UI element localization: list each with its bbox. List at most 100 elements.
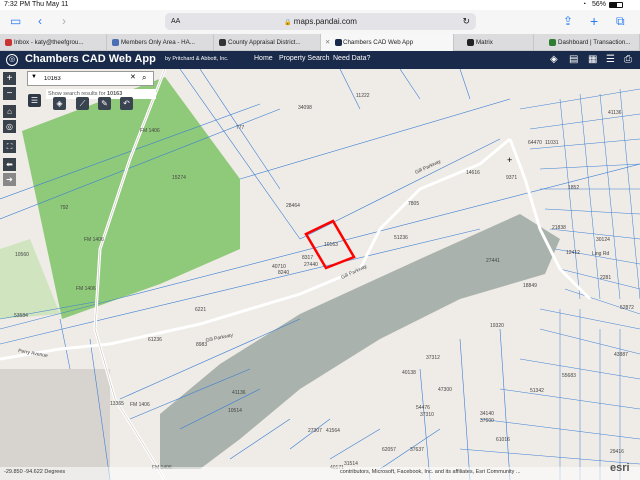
svg-text:40138: 40138 <box>402 370 416 376</box>
list-icon[interactable]: ☰ <box>606 54 615 65</box>
layers-icon[interactable]: ◈ <box>550 54 558 65</box>
nav-home[interactable]: Home <box>254 55 273 62</box>
forward-icon[interactable]: › <box>62 13 66 29</box>
tab-chambers-cad[interactable]: ✕ Chambers CAD Web App <box>321 34 454 51</box>
home-icon[interactable]: ⌂ <box>3 105 16 118</box>
locate-icon[interactable]: ◎ <box>3 120 16 133</box>
tab-strip: Inbox - katy@theefgrou... Members Only A… <box>0 34 640 51</box>
status-time: 7:32 PM <box>4 1 31 8</box>
svg-text:12412: 12412 <box>566 250 580 256</box>
svg-text:51342: 51342 <box>530 388 544 394</box>
favicon-icon <box>219 39 226 46</box>
search-icon[interactable]: ⌕ <box>142 73 146 83</box>
svg-text:53584: 53584 <box>14 313 28 319</box>
svg-text:8240: 8240 <box>278 270 289 276</box>
collapse-arrow-icon[interactable]: ⬅ <box>3 158 16 171</box>
search-source-dropdown-icon[interactable]: ▼ <box>31 74 37 80</box>
basemap-icon[interactable]: ▤ <box>569 54 578 65</box>
share-icon[interactable]: ⇪ <box>563 13 573 29</box>
svg-text:19320: 19320 <box>490 323 504 329</box>
selected-parcel-label: 10163 <box>324 242 338 248</box>
svg-text:37310: 37310 <box>420 412 434 418</box>
url-text: maps.pandai.com <box>293 17 357 26</box>
tab-inbox[interactable]: Inbox - katy@theefgrou... <box>0 34 107 51</box>
safari-toolbar: ▭ ‹ › AA 🔒 maps.pandai.com ↻ ⇪ + ⧉ <box>0 10 640 34</box>
address-bar[interactable]: AA 🔒 maps.pandai.com ↻ <box>165 13 476 30</box>
svg-text:14616: 14616 <box>466 170 480 176</box>
app-header: ◎ Chambers CAD Web App by Pritchard & Ab… <box>0 51 640 69</box>
svg-text:15274: 15274 <box>172 175 186 181</box>
undo-icon[interactable]: ↶ <box>120 97 133 110</box>
back-icon[interactable]: ‹ <box>38 13 42 29</box>
svg-text:8317: 8317 <box>302 255 313 261</box>
zoom-in-button[interactable]: + <box>3 72 16 85</box>
svg-text:9371: 9371 <box>506 175 517 181</box>
tab-members[interactable]: Members Only Area - HA... <box>107 34 214 51</box>
draw-icon[interactable]: ✎ <box>98 97 111 110</box>
print-icon[interactable]: ⎙ <box>624 54 632 65</box>
clear-search-icon[interactable]: ✕ <box>130 73 136 81</box>
parcel-map[interactable]: 10163 28464 51236 40710 8317 27440 8240 … <box>0 69 640 480</box>
svg-text:6221: 6221 <box>195 307 206 313</box>
svg-text:41564: 41564 <box>326 428 340 434</box>
svg-text:10514: 10514 <box>228 408 242 414</box>
tabs-overview-icon[interactable]: ⧉ <box>616 13 625 29</box>
expand-arrow-icon[interactable]: ➔ <box>3 173 16 186</box>
svg-text:2281: 2281 <box>600 275 611 281</box>
mail-icon <box>5 39 12 46</box>
svg-text:11031: 11031 <box>545 140 559 146</box>
tab-matrix[interactable]: Matrix <box>454 34 534 51</box>
svg-text:27307: 27307 <box>308 428 322 434</box>
favicon-icon <box>467 39 474 46</box>
status-bar: 7:32 PM Thu May 11 ◔ 56% <box>0 0 640 10</box>
svg-text:37637: 37637 <box>410 447 424 453</box>
svg-text:FM 1406: FM 1406 <box>130 402 150 408</box>
svg-text:41136: 41136 <box>608 110 622 116</box>
tab-label: Matrix <box>476 39 493 46</box>
tab-label: Inbox - katy@theefgrou... <box>14 39 84 46</box>
esri-logo: esri <box>610 462 630 474</box>
nav-property-search[interactable]: Property Search <box>279 55 330 62</box>
map-view[interactable]: 10163 28464 51236 40710 8317 27440 8240 … <box>0 69 640 480</box>
svg-text:41136: 41136 <box>232 390 246 396</box>
svg-text:11222: 11222 <box>356 93 370 99</box>
svg-text:47300: 47300 <box>438 387 452 393</box>
tab-county[interactable]: County Appraisal District... <box>214 34 321 51</box>
sidebar-icon[interactable]: ▭ <box>10 13 21 29</box>
svg-text:18849: 18849 <box>523 283 537 289</box>
svg-text:FM 1406: FM 1406 <box>84 237 104 243</box>
grid-icon[interactable]: ▦ <box>588 54 597 65</box>
svg-text:37600: 37600 <box>480 418 494 424</box>
svg-text:28464: 28464 <box>286 203 300 209</box>
list-menu-icon[interactable]: ☰ <box>28 94 41 107</box>
close-tab-icon[interactable]: ✕ <box>325 34 330 51</box>
layers-tool-icon[interactable]: ◈ <box>53 97 66 110</box>
nav-need-data[interactable]: Need Data? <box>333 55 370 62</box>
fullscreen-icon[interactable]: ⛶ <box>3 140 16 153</box>
favicon-icon <box>549 39 556 46</box>
map-attribution[interactable]: contributors, Microsoft, Facebook, Inc. … <box>340 469 521 475</box>
search-input[interactable] <box>44 74 134 84</box>
svg-text:52872: 52872 <box>620 305 634 311</box>
text-size-button[interactable]: AA <box>171 13 180 30</box>
svg-text:10560: 10560 <box>15 252 29 258</box>
svg-text:FM 1406: FM 1406 <box>140 128 160 134</box>
svg-text:FM 1406: FM 1406 <box>76 286 96 292</box>
measure-icon[interactable]: ⟋ <box>76 97 89 110</box>
tab-label: County Appraisal District... <box>228 39 301 46</box>
battery-icon <box>609 2 623 8</box>
svg-text:34098: 34098 <box>298 105 312 111</box>
svg-text:21838: 21838 <box>552 225 566 231</box>
zoom-out-button[interactable]: − <box>3 87 16 100</box>
lock-icon: 🔒 <box>284 20 292 26</box>
svg-text:64470: 64470 <box>528 140 542 146</box>
reload-icon[interactable]: ↻ <box>462 13 470 30</box>
favicon-icon <box>335 39 342 46</box>
svg-text:1852: 1852 <box>568 185 579 191</box>
tab-dashboard[interactable]: Dashboard | Transaction... <box>534 34 640 51</box>
svg-text:55683: 55683 <box>562 373 576 379</box>
new-tab-icon[interactable]: + <box>590 13 598 29</box>
map-footer: -29.850 -94.622 Degrees contributors, Mi… <box>0 462 640 480</box>
svg-text:30124: 30124 <box>596 237 610 243</box>
cursor-coordinates: -29.850 -94.622 Degrees <box>4 469 66 475</box>
